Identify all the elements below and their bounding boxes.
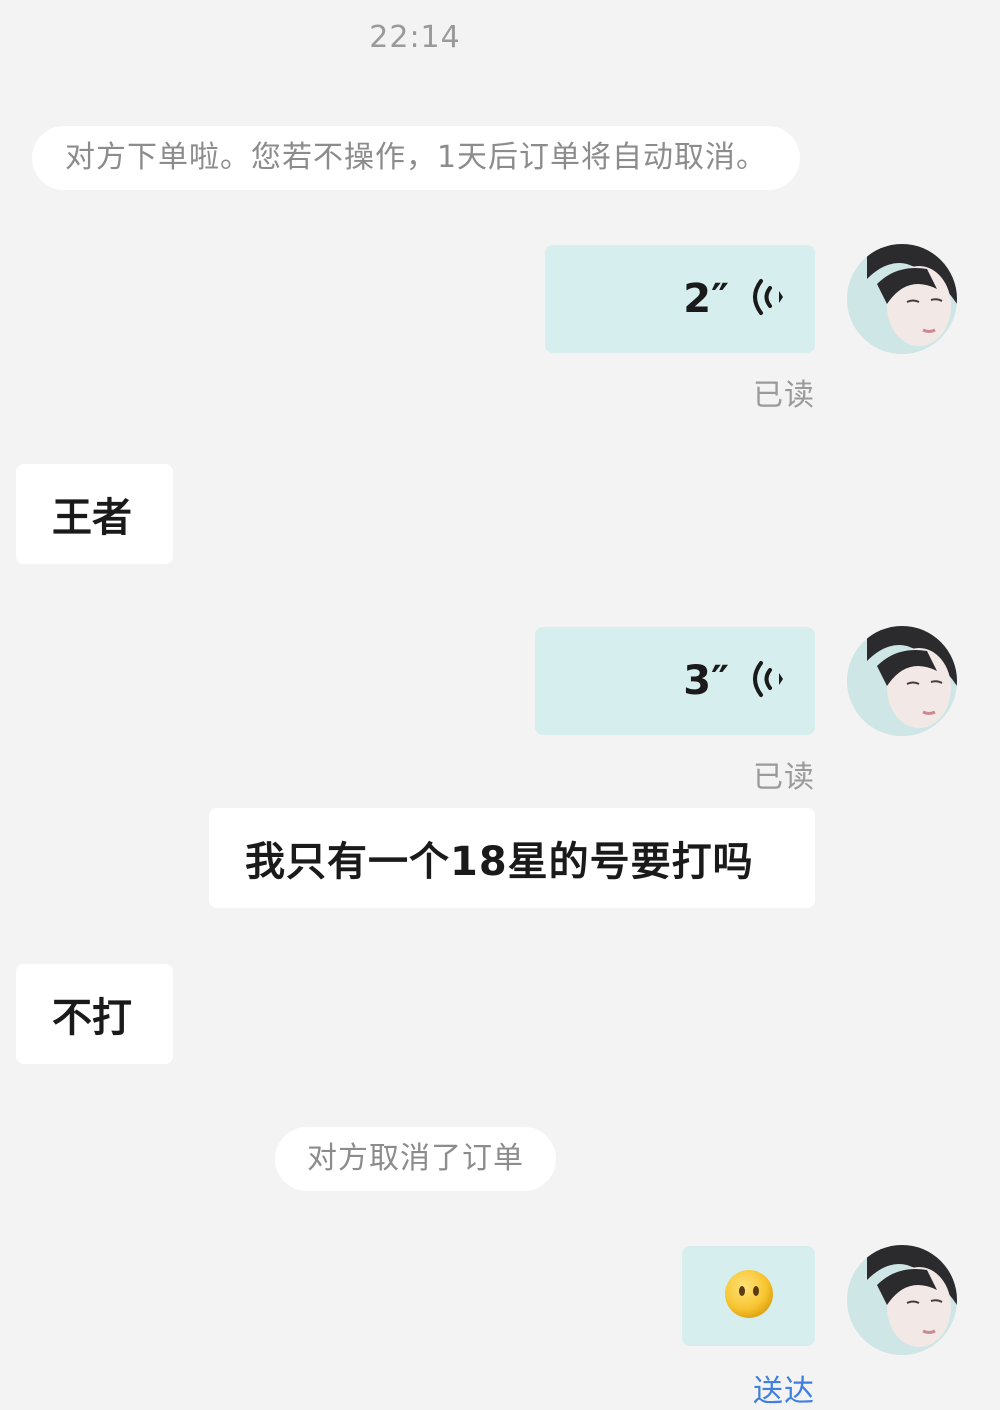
message-status-read: 已读 <box>753 378 815 413</box>
voice-duration: 2″ <box>683 276 729 322</box>
voice-message-bubble[interactable]: 3″ <box>535 627 815 735</box>
incoming-text-bubble[interactable]: 王者 <box>16 464 173 564</box>
voice-wave-icon <box>751 657 785 705</box>
message-status-read: 已读 <box>753 760 815 795</box>
avatar[interactable] <box>847 244 957 354</box>
emoji-message-bubble[interactable] <box>682 1246 815 1346</box>
message-text: 我只有一个18星的号要打吗 <box>245 839 754 885</box>
system-notice-order-cancelled: 对方取消了订单 <box>275 1127 556 1191</box>
outgoing-text-bubble[interactable]: 我只有一个18星的号要打吗 <box>209 808 815 908</box>
message-text: 王者 <box>52 495 132 541</box>
voice-wave-icon <box>751 275 785 323</box>
message-text: 不打 <box>52 995 132 1041</box>
system-notice-order-placed: 对方下单啦。您若不操作，1天后订单将自动取消。 <box>32 126 800 190</box>
message-timestamp: 22:14 <box>369 20 461 55</box>
incoming-text-bubble[interactable]: 不打 <box>16 964 173 1064</box>
emoji-face-icon <box>723 1268 775 1324</box>
voice-duration: 3″ <box>683 658 729 704</box>
voice-message-bubble[interactable]: 2″ <box>545 245 815 353</box>
message-status-delivered: 送达 <box>753 1374 815 1409</box>
avatar[interactable] <box>847 626 957 736</box>
avatar[interactable] <box>847 1245 957 1355</box>
